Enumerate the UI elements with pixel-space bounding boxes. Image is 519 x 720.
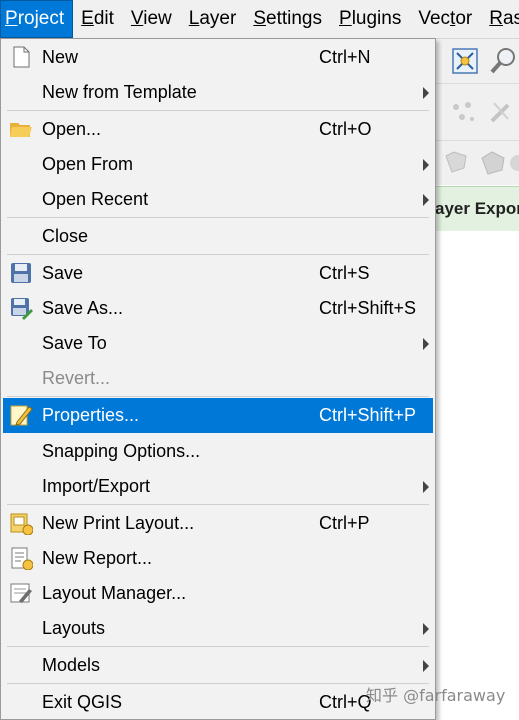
menubar-project[interactable]: Project [0,0,74,38]
save-icon [11,263,31,283]
zoom-full-icon[interactable] [450,46,480,76]
menubar-settings[interactable]: Settings [245,0,331,38]
menu-item-label: Open Recent [42,189,149,209]
layer-export-panel: ayer Expor [430,186,519,232]
report-icon [11,547,33,570]
watermark: 知乎 @farfaraway [366,686,506,705]
menu-separator [7,396,429,397]
menu-item-shortcut: Ctrl+O [319,119,372,139]
menu-item-save-as[interactable]: Save As... Ctrl+Shift+S [3,291,433,326]
menu-separator [7,504,429,505]
menu-item-save[interactable]: Save Ctrl+S [3,256,433,291]
menu-item-import-export[interactable]: Import/Export [3,469,433,504]
menu-item-label: New Print Layout... [42,513,195,533]
menu-item-open-from[interactable]: Open From [3,147,433,182]
zoom-layer-icon[interactable] [488,46,518,76]
background-toolbar-3 [436,141,519,185]
menu-item-label: Snapping Options... [42,441,201,461]
project-menu: New Ctrl+N New from Template Open... Ctr… [0,38,436,720]
menu-item-open-recent[interactable]: Open Recent [3,182,433,217]
menu-item-shortcut: Ctrl+S [319,263,370,283]
save-as-icon [11,298,33,320]
menu-item-shortcut: Ctrl+N [319,47,371,67]
menu-separator [7,217,429,218]
map-canvas[interactable] [436,231,519,720]
menu-item-new-from-template[interactable]: New from Template [3,75,433,110]
submenu-arrow-icon [423,338,429,350]
menu-item-label: New from Template [42,82,197,102]
menu-item-save-to[interactable]: Save To [3,326,433,361]
menu-item-label: Save [42,263,84,283]
menu-item-snapping-options[interactable]: Snapping Options... [3,434,433,469]
deselect-feature-icon[interactable] [478,148,508,178]
menu-separator [7,646,429,647]
menu-item-revert: Revert... [3,361,433,396]
menu-item-label: Save To [42,333,107,353]
submenu-arrow-icon [423,194,429,206]
menubar-vector[interactable]: Vector [410,0,481,38]
menu-item-label: Layouts [42,618,106,638]
menu-item-close[interactable]: Close [3,219,433,254]
submenu-arrow-icon [423,660,429,672]
menu-item-layout-manager[interactable]: Layout Manager... [3,576,433,611]
menubar-plugins[interactable]: Plugins [331,0,410,38]
background-toolbar-2 [436,84,519,141]
submenu-arrow-icon [423,623,429,635]
menu-item-label: Properties... [42,405,140,425]
menu-item-shortcut: Ctrl+Shift+S [319,298,417,318]
select-feature-icon[interactable] [442,148,472,178]
menubar-raster[interactable]: Rast [481,0,519,38]
menu-item-label: New [42,47,79,67]
menu-item-label: Open From [42,154,134,174]
menu-item-label: Exit QGIS [42,692,123,712]
print-layout-icon [10,513,33,535]
menubar-layer[interactable]: Layer [181,0,246,38]
menu-item-shortcut: Ctrl+Shift+P [319,405,417,425]
layout-manager-icon [10,583,32,603]
new-file-icon [13,46,30,68]
menu-item-new-print-layout[interactable]: New Print Layout... Ctrl+P [3,506,433,541]
menu-item-new[interactable]: New Ctrl+N [3,40,433,75]
menu-item-label: Models [42,655,101,675]
menu-item-label: New Report... [42,548,153,568]
menu-item-open[interactable]: Open... Ctrl+O [3,112,433,147]
menubar-view[interactable]: View [123,0,181,38]
menu-item-shortcut: Ctrl+P [319,513,370,533]
menu-item-shortcut: Ctrl+Q [319,692,372,712]
vertex-tool-icon[interactable] [448,97,478,127]
menubar-edit[interactable]: Edit [73,0,123,38]
folder-open-icon [10,123,32,137]
menu-item-label: Layout Manager... [42,583,187,603]
toolbar-extra-icon[interactable] [510,148,519,178]
menu-item-layouts[interactable]: Layouts [3,611,433,646]
layer-export-label: ayer Expor [435,199,519,218]
edit-tool-icon[interactable] [486,97,516,127]
menu-item-models[interactable]: Models [3,648,433,683]
menu-separator [7,254,429,255]
menu-separator [7,110,429,111]
menu-item-label: Close [42,226,89,246]
menu-item-properties[interactable]: Properties... Ctrl+Shift+P [3,398,433,433]
submenu-arrow-icon [423,481,429,493]
properties-icon [10,405,33,426]
submenu-arrow-icon [423,87,429,99]
background-toolbar [436,39,519,84]
menu-item-label: Save As... [42,298,124,318]
menu-item-label: Open... [42,119,102,139]
menu-item-label: Import/Export [42,476,151,496]
menu-item-new-report[interactable]: New Report... [3,541,433,576]
menubar: Project Edit View Layer Settings Plugins… [0,0,519,39]
menu-item-label: Revert... [42,368,111,388]
submenu-arrow-icon [423,159,429,171]
